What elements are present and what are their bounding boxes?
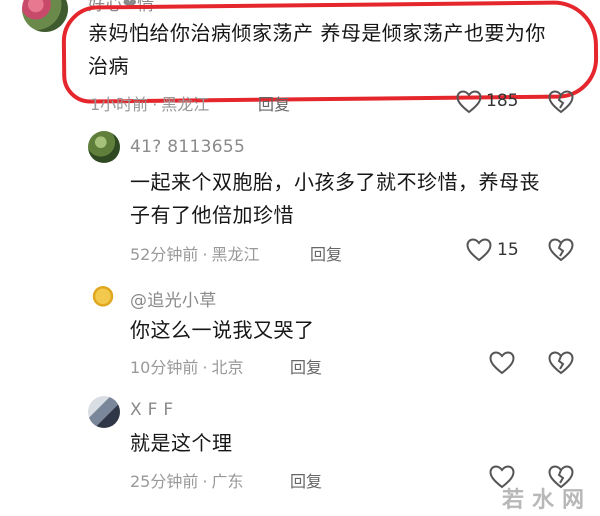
comment-username[interactable]: X F F bbox=[130, 400, 174, 420]
comment-username[interactable]: @追光小草 bbox=[130, 286, 217, 311]
comment-meta: 1小时前 · 黑龙江 bbox=[90, 95, 210, 114]
like-heart-icon[interactable] bbox=[456, 90, 482, 114]
reply-button[interactable]: 回复 bbox=[258, 91, 290, 115]
like-count: 15 bbox=[497, 240, 519, 260]
reply-button[interactable]: 回复 bbox=[290, 354, 322, 378]
like-heart-icon[interactable] bbox=[466, 238, 492, 262]
avatar[interactable] bbox=[86, 281, 120, 315]
avatar[interactable] bbox=[88, 396, 120, 428]
dislike-broken-heart-icon[interactable] bbox=[548, 90, 574, 114]
comment-text: 一起来个双胞胎，小孩多了就不珍惜，养母丧 子有了他倍加珍惜 bbox=[130, 170, 540, 227]
like-heart-icon[interactable] bbox=[489, 351, 515, 375]
site-watermark: 若水网 bbox=[501, 487, 592, 513]
avatar[interactable] bbox=[22, 0, 68, 32]
comment-meta: 52分钟前 · 黑龙江 bbox=[130, 245, 260, 264]
red-highlight-outline bbox=[61, 0, 599, 104]
comment-text: 就是这个理 bbox=[130, 431, 233, 455]
dislike-broken-heart-icon[interactable] bbox=[548, 238, 574, 262]
reply-button[interactable]: 回复 bbox=[310, 241, 342, 265]
comment-meta: 10分钟前 · 北京 bbox=[130, 358, 244, 377]
reply-button[interactable]: 回复 bbox=[290, 468, 322, 492]
like-count: 185 bbox=[486, 91, 519, 111]
comment-username[interactable]: 41? 8113655 bbox=[130, 137, 245, 157]
avatar[interactable] bbox=[88, 131, 120, 163]
comment-meta: 25分钟前 · 广东 bbox=[130, 472, 244, 491]
comment-text: 你这么一说我又哭了 bbox=[130, 318, 315, 342]
dislike-broken-heart-icon[interactable] bbox=[548, 351, 574, 375]
